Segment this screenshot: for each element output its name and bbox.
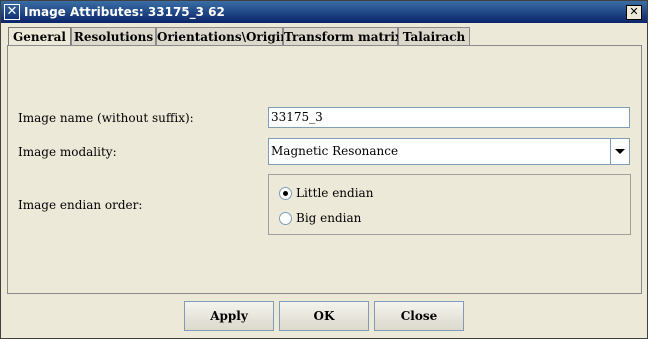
image-attributes-dialog: ✕ Image Attributes: 33175_3 62 ✕ General…	[0, 0, 648, 339]
window-title: Image Attributes: 33175_3 62	[24, 5, 225, 19]
ok-button[interactable]: OK	[279, 301, 369, 331]
close-window-button[interactable]: ✕	[626, 5, 642, 20]
radio-unselected-icon[interactable]	[279, 212, 292, 225]
image-name-label: Image name (without suffix):	[18, 111, 194, 125]
chevron-down-icon[interactable]	[610, 139, 629, 164]
image-modality-select[interactable]: Magnetic Resonance	[268, 138, 630, 165]
button-bar: Apply OK Close	[1, 293, 647, 338]
little-endian-label: Little endian	[296, 186, 374, 200]
radio-selected-icon[interactable]	[279, 187, 292, 200]
image-name-value: 33175_3	[271, 110, 323, 124]
tab-talairach[interactable]: Talairach	[398, 27, 470, 46]
close-button[interactable]: Close	[374, 301, 464, 331]
image-modality-value: Magnetic Resonance	[271, 144, 399, 158]
app-icon: ✕	[4, 4, 20, 20]
tab-resolutions[interactable]: Resolutions	[71, 27, 156, 46]
big-endian-label: Big endian	[296, 211, 362, 225]
apply-button[interactable]: Apply	[184, 301, 274, 331]
tab-orientations-origin[interactable]: Orientations\Origin	[156, 27, 289, 46]
tab-transform-matrix[interactable]: Transform matrix	[283, 27, 402, 46]
endian-radio-group: Little endian Big endian	[268, 174, 631, 235]
tab-general[interactable]: General	[8, 27, 71, 47]
image-name-input[interactable]: 33175_3	[268, 107, 630, 128]
general-panel: Image name (without suffix): 33175_3 Ima…	[7, 45, 642, 294]
title-bar[interactable]: ✕ Image Attributes: 33175_3 62 ✕	[1, 1, 647, 23]
endian-order-label: Image endian order:	[18, 198, 143, 212]
image-modality-label: Image modality:	[18, 145, 117, 159]
